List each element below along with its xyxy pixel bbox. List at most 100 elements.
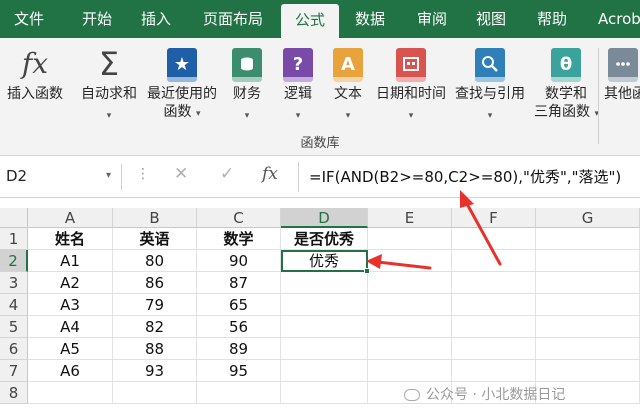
cell-c7[interactable]: 95 bbox=[197, 360, 281, 382]
logical-button[interactable]: ? 逻辑 ▾ bbox=[276, 46, 320, 122]
cell-a1[interactable]: 姓名 bbox=[28, 228, 113, 250]
wechat-logo-icon bbox=[404, 389, 420, 401]
select-all-corner[interactable] bbox=[0, 208, 28, 228]
more-functions-button[interactable]: 其他函 bbox=[604, 46, 640, 103]
column-header-b[interactable]: B bbox=[113, 208, 197, 228]
cell-d7[interactable] bbox=[281, 360, 368, 382]
column-header-c[interactable]: C bbox=[197, 208, 281, 228]
cell-f6[interactable] bbox=[452, 338, 536, 360]
cell-a4[interactable]: A3 bbox=[28, 294, 113, 316]
cell-d3[interactable] bbox=[281, 272, 368, 294]
insert-function-fx-icon[interactable]: fx bbox=[262, 164, 278, 184]
cell-g7[interactable] bbox=[536, 360, 640, 382]
chevron-down-icon[interactable]: ▾ bbox=[106, 170, 111, 181]
cell-e3[interactable] bbox=[368, 272, 452, 294]
tab-home[interactable]: 开始 bbox=[82, 0, 112, 38]
enter-check-icon[interactable]: ✓ bbox=[220, 164, 234, 184]
cell-f1[interactable] bbox=[452, 228, 536, 250]
cell-c5[interactable]: 56 bbox=[197, 316, 281, 338]
name-box[interactable]: D2 ▾ bbox=[0, 164, 122, 190]
row-header-2[interactable]: 2 bbox=[0, 250, 28, 272]
cell-b6[interactable]: 88 bbox=[113, 338, 197, 360]
cell-c8[interactable] bbox=[197, 382, 281, 404]
tab-data[interactable]: 数据 bbox=[355, 0, 385, 38]
cell-a2[interactable]: A1 bbox=[28, 250, 113, 272]
cell-f4[interactable] bbox=[452, 294, 536, 316]
column-header-a[interactable]: A bbox=[28, 208, 113, 228]
cell-e5[interactable] bbox=[368, 316, 452, 338]
cell-d5[interactable] bbox=[281, 316, 368, 338]
cell-a8[interactable] bbox=[28, 382, 113, 404]
cell-d8[interactable] bbox=[281, 382, 368, 404]
row-header-5[interactable]: 5 bbox=[0, 316, 28, 338]
cell-b5[interactable]: 82 bbox=[113, 316, 197, 338]
tab-insert[interactable]: 插入 bbox=[141, 0, 171, 38]
cell-b7[interactable]: 93 bbox=[113, 360, 197, 382]
cell-a5[interactable]: A4 bbox=[28, 316, 113, 338]
cell-c4[interactable]: 65 bbox=[197, 294, 281, 316]
cell-g5[interactable] bbox=[536, 316, 640, 338]
cell-g2[interactable] bbox=[536, 250, 640, 272]
date-time-button[interactable]: 日期和时间 ▾ bbox=[374, 46, 448, 122]
cell-c2[interactable]: 90 bbox=[197, 250, 281, 272]
cell-c1[interactable]: 数学 bbox=[197, 228, 281, 250]
cell-g3[interactable] bbox=[536, 272, 640, 294]
cell-a3[interactable]: A2 bbox=[28, 272, 113, 294]
cell-g4[interactable] bbox=[536, 294, 640, 316]
column-header-d[interactable]: D bbox=[281, 208, 368, 228]
row-header-4[interactable]: 4 bbox=[0, 294, 28, 316]
cell-b3[interactable]: 86 bbox=[113, 272, 197, 294]
tab-view[interactable]: 视图 bbox=[476, 0, 506, 38]
tab-review[interactable]: 审阅 bbox=[417, 0, 447, 38]
cell-c3[interactable]: 87 bbox=[197, 272, 281, 294]
cell-f7[interactable] bbox=[452, 360, 536, 382]
cell-a7[interactable]: A6 bbox=[28, 360, 113, 382]
column-header-e[interactable]: E bbox=[368, 208, 452, 228]
cell-b2[interactable]: 80 bbox=[113, 250, 197, 272]
cell-f3[interactable] bbox=[452, 272, 536, 294]
tab-formulas[interactable]: 公式 bbox=[281, 4, 339, 38]
math-trig-button[interactable]: θ 数学和 三角函数 ▾ bbox=[534, 46, 599, 123]
tab-acrobat[interactable]: Acrob bbox=[598, 0, 640, 38]
lookup-reference-button[interactable]: 查找与引用 ▾ bbox=[452, 46, 528, 122]
cell-f2[interactable] bbox=[452, 250, 536, 272]
cancel-icon[interactable]: ✕ bbox=[174, 164, 188, 184]
cell-b4[interactable]: 79 bbox=[113, 294, 197, 316]
text-functions-button[interactable]: A 文本 ▾ bbox=[326, 46, 370, 122]
cell-f5[interactable] bbox=[452, 316, 536, 338]
financial-button[interactable]: 财务 ▾ bbox=[224, 46, 270, 122]
tab-help[interactable]: 帮助 bbox=[537, 0, 567, 38]
formula-input[interactable]: =IF(AND(B2>=80,C2>=80),"优秀","落选") bbox=[298, 162, 640, 192]
cell-e1[interactable] bbox=[368, 228, 452, 250]
tab-page-layout[interactable]: 页面布局 bbox=[203, 0, 263, 38]
cell-b1[interactable]: 英语 bbox=[113, 228, 197, 250]
insert-function-button[interactable]: fx 插入函数 bbox=[4, 46, 66, 103]
cell-d4[interactable] bbox=[281, 294, 368, 316]
cell-e2[interactable] bbox=[368, 250, 452, 272]
cell-g6[interactable] bbox=[536, 338, 640, 360]
cell-a6[interactable]: A5 bbox=[28, 338, 113, 360]
tab-file[interactable]: 文件 bbox=[14, 0, 44, 38]
row-header-7[interactable]: 7 bbox=[0, 360, 28, 382]
formula-bar-grip-icon[interactable]: ⋮ bbox=[136, 166, 151, 182]
column-header-g[interactable]: G bbox=[536, 208, 640, 228]
autosum-button[interactable]: Σ 自动求和 ▾ bbox=[78, 46, 140, 122]
cell-c6[interactable]: 89 bbox=[197, 338, 281, 360]
row-header-8[interactable]: 8 bbox=[0, 382, 28, 404]
cell-e4[interactable] bbox=[368, 294, 452, 316]
cell-d6[interactable] bbox=[281, 338, 368, 360]
recently-used-button[interactable]: ★ 最近使用的 函数 ▾ bbox=[144, 46, 220, 123]
logical-label: 逻辑 bbox=[284, 86, 312, 102]
row-header-6[interactable]: 6 bbox=[0, 338, 28, 360]
cell-b8[interactable] bbox=[113, 382, 197, 404]
cell-e6[interactable] bbox=[368, 338, 452, 360]
row-header-1[interactable]: 1 bbox=[0, 228, 28, 250]
cell-g1[interactable] bbox=[536, 228, 640, 250]
cell-d1[interactable]: 是否优秀 bbox=[281, 228, 368, 250]
cell-e7[interactable] bbox=[368, 360, 452, 382]
cell-d2[interactable]: 优秀 bbox=[281, 250, 368, 272]
fill-handle[interactable] bbox=[364, 268, 370, 274]
column-header-f[interactable]: F bbox=[452, 208, 536, 228]
row-header-3[interactable]: 3 bbox=[0, 272, 28, 294]
magnifier-book-icon bbox=[475, 48, 505, 82]
